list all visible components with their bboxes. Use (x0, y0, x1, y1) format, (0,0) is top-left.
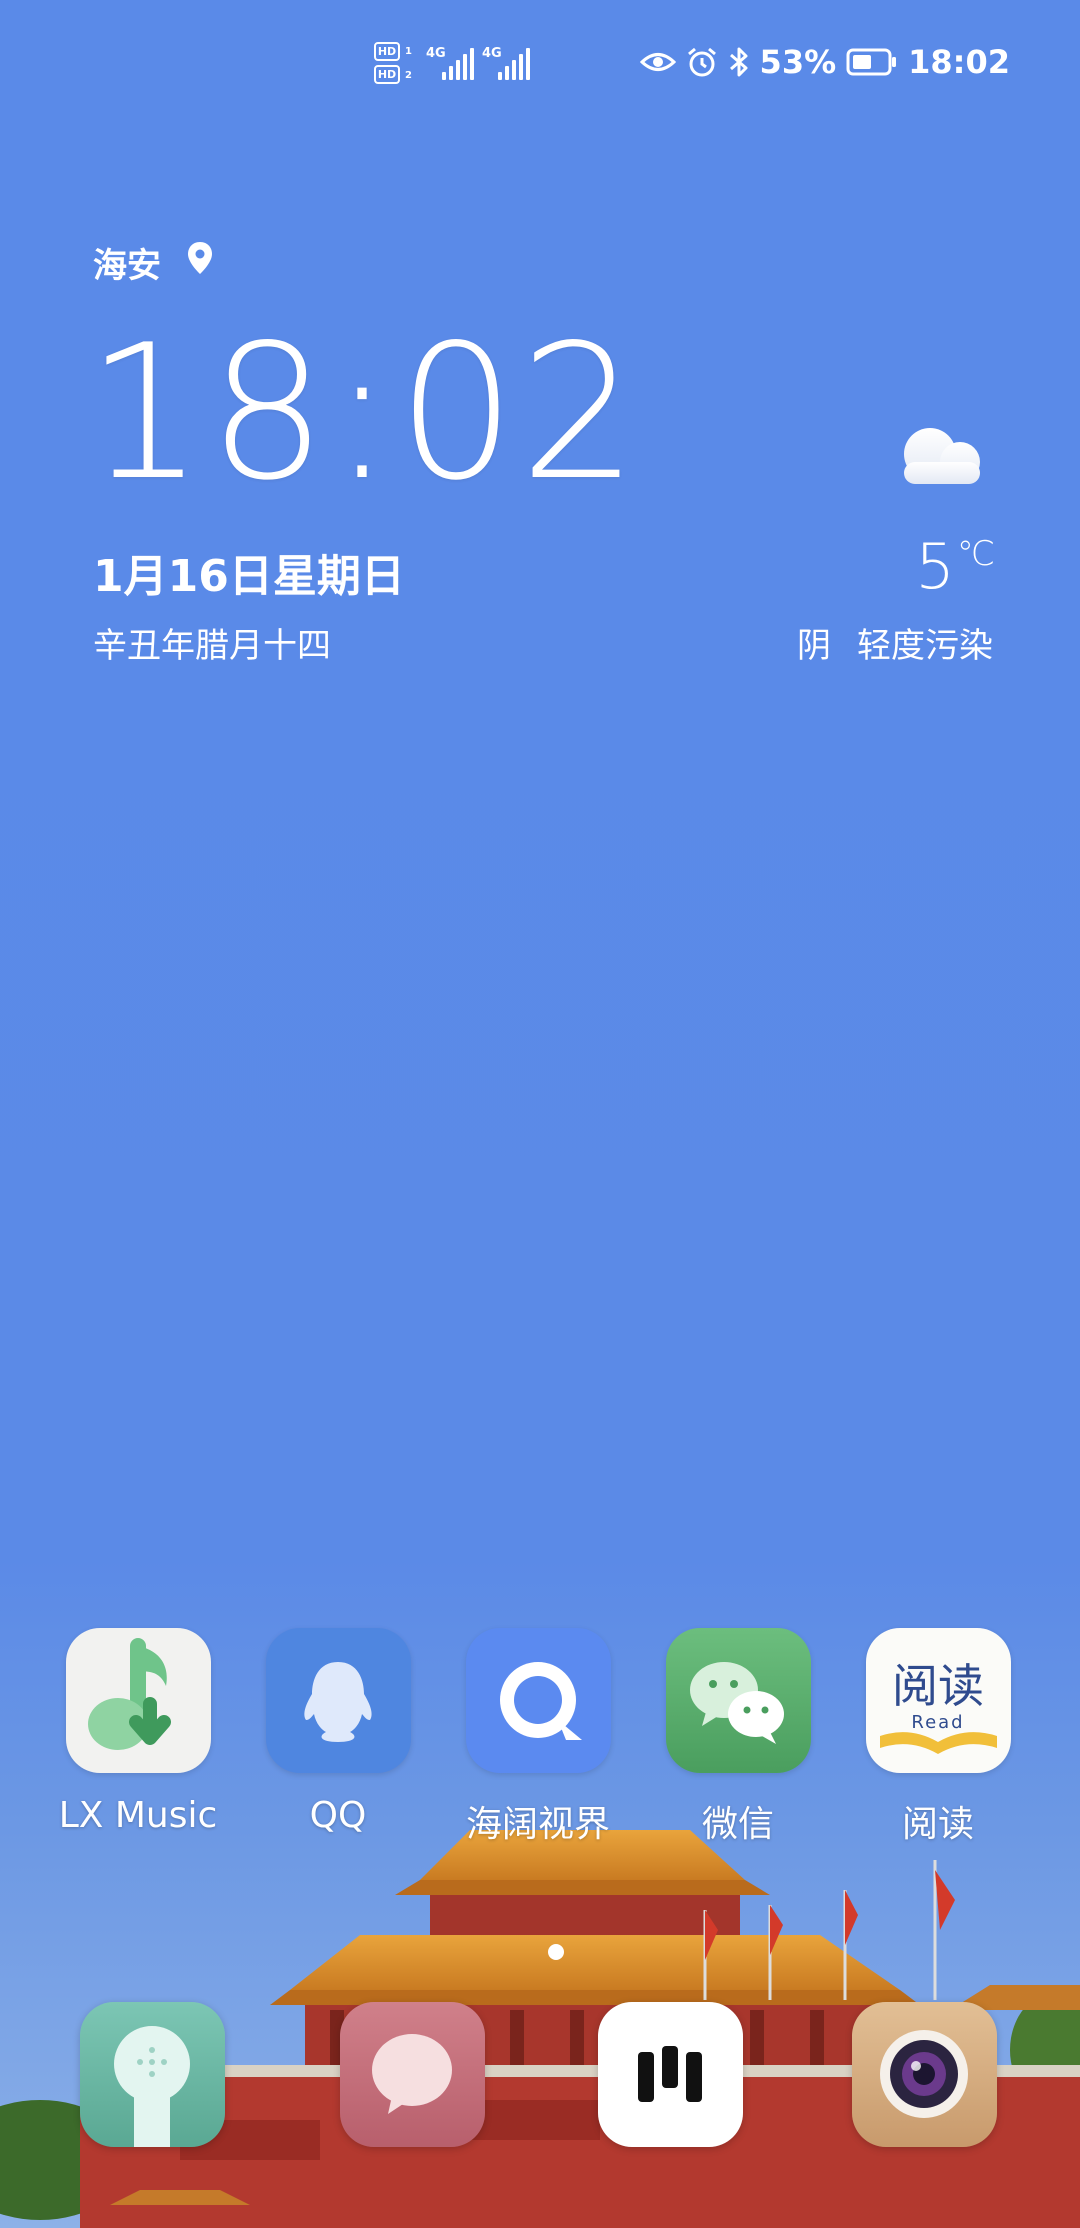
lunar-date: 辛丑年腊月十四 (93, 626, 331, 666)
app-wechat[interactable]: 微信 (638, 1628, 838, 1847)
cloud-icon[interactable] (890, 420, 990, 494)
hd-badge-sim2: HD (374, 65, 400, 84)
messages-icon[interactable] (340, 2002, 485, 2147)
app-read[interactable]: 阅读 Read 阅读 (838, 1628, 1038, 1847)
qq-penguin-icon (265, 1628, 411, 1773)
search-bubble-icon (465, 1628, 611, 1773)
air-quality: 轻度污染 (857, 626, 993, 666)
app-qq[interactable]: QQ (238, 1628, 438, 1836)
sim2-index: 2 (405, 70, 412, 81)
app-lx-music[interactable]: LX Music (38, 1628, 238, 1836)
read-book-icon: 阅读 Read (865, 1628, 1011, 1773)
app-label: 海阔视界 (465, 1804, 610, 1845)
app-haikuo[interactable]: 海阔视界 (438, 1628, 638, 1847)
app-label: QQ (309, 1795, 367, 1836)
status-bar: HD 1 HD 2 4G 4G 53% 18:02 (0, 30, 1080, 94)
location-label: 海安 (93, 246, 161, 286)
sim1-index: 1 (405, 46, 412, 57)
app-label: 微信 (701, 1804, 774, 1845)
page-indicator[interactable] (548, 1944, 564, 1960)
battery-icon (846, 48, 898, 76)
signal-bars-sim1-icon (442, 36, 482, 80)
clock-time[interactable]: 18:02 (86, 320, 642, 506)
phone-icon[interactable] (80, 2002, 225, 2147)
temperature: 5 ℃ (915, 530, 995, 603)
camera-icon[interactable] (852, 2002, 997, 2147)
temperature-unit: ℃ (956, 534, 995, 574)
location-pin-icon (187, 241, 213, 284)
temperature-value: 5 (915, 530, 955, 603)
location[interactable]: 海安 (93, 238, 213, 287)
status-time: 18:02 (908, 43, 1010, 81)
status-right: 53% 18:02 (639, 30, 1010, 94)
app-label: LX Music (58, 1795, 218, 1836)
browser-icon[interactable] (598, 2002, 743, 2147)
signal-bars-sim2-icon (498, 36, 538, 80)
battery-percent: 53% (759, 43, 837, 81)
bluetooth-icon (728, 46, 750, 78)
hd-badge-sim1: HD (374, 42, 400, 61)
clock-date: 1月16日星期日 (93, 551, 405, 602)
eye-comfort-icon (639, 49, 676, 75)
weather-condition: 阴 (797, 626, 831, 666)
weather-description: 阴 轻度污染 (797, 618, 993, 667)
alarm-icon (686, 46, 718, 78)
lx-music-icon (65, 1628, 211, 1773)
app-label: 阅读 (901, 1804, 974, 1845)
wechat-icon (665, 1628, 811, 1773)
